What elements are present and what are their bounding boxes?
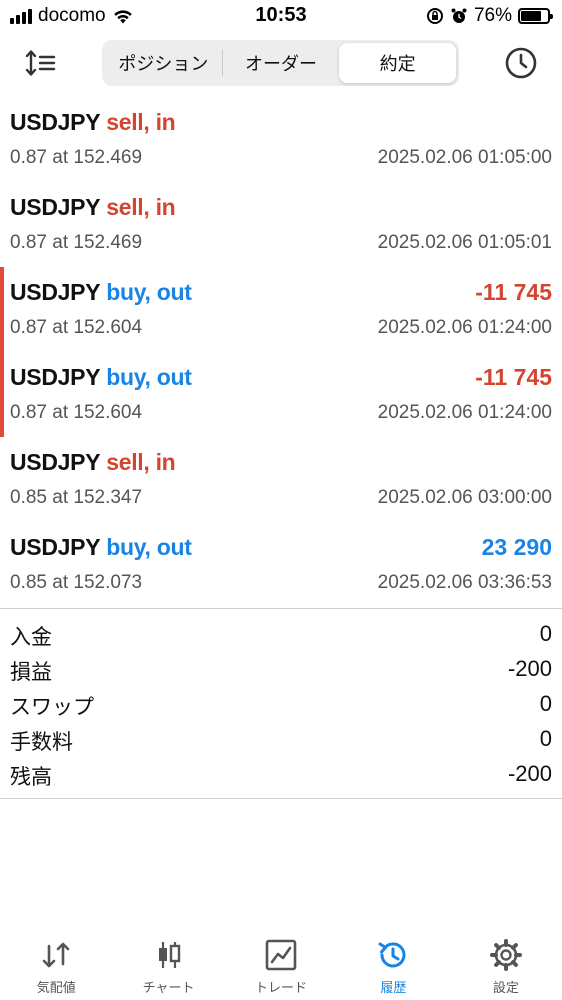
deal-profit: 23 290: [481, 534, 552, 560]
summary-row-profit: 損益 -200: [0, 652, 562, 687]
deal-volume-price: 0.87 at 152.604: [10, 317, 143, 338]
deal-time: 2025.02.06 01:05:01: [377, 232, 552, 253]
deal-title: USDJPY sell, in: [10, 194, 176, 221]
deal-symbol: USDJPY: [10, 279, 101, 305]
tab-settings[interactable]: 設定: [450, 930, 562, 1000]
deal-title: USDJPY sell, in: [10, 449, 176, 476]
battery-icon: [518, 8, 553, 24]
deal-time: 2025.02.06 01:24:00: [377, 402, 552, 423]
rotation-lock-icon: [426, 8, 443, 24]
segment-deals[interactable]: 約定: [339, 43, 457, 83]
summary-row-balance: 残高 -200: [0, 757, 562, 792]
deal-volume-price: 0.85 at 152.347: [10, 487, 143, 508]
summary-value: 0: [539, 726, 552, 751]
status-bar: docomo 10:53 76%: [0, 0, 562, 34]
deal-row[interactable]: USDJPY buy, out 23 290 0.85 at 152.073 20…: [0, 522, 562, 607]
top-nav: ポジション オーダー 約定: [0, 38, 562, 90]
tab-quotes[interactable]: 気配値: [0, 930, 112, 1000]
status-right: 76%: [426, 5, 553, 27]
app-root: docomo 10:53 76% ポジション オーダー 約定 USDJPY se…: [0, 0, 562, 1000]
summary-value: 0: [539, 691, 552, 716]
deal-time: 2025.02.06 03:00:00: [377, 487, 552, 508]
deal-time: 2025.02.06 01:05:00: [377, 147, 552, 168]
deal-row[interactable]: USDJPY sell, in 0.85 at 152.347 2025.02.0…: [0, 437, 562, 522]
summary-row-deposit: 入金 0: [0, 617, 562, 652]
chart-icon: [158, 942, 180, 968]
deal-side: sell, in: [106, 449, 176, 475]
trade-icon: [265, 939, 297, 971]
deal-side: sell, in: [106, 109, 176, 135]
deal-row[interactable]: USDJPY sell, in 0.87 at 152.469 2025.02.0…: [0, 182, 562, 267]
summary-label: 入金: [10, 626, 52, 649]
deal-side: buy, out: [106, 279, 192, 305]
history-icon: [378, 942, 406, 968]
deal-row[interactable]: USDJPY sell, in 0.87 at 152.469 2025.02.0…: [0, 97, 562, 182]
tab-chart[interactable]: チャート: [112, 930, 224, 1000]
deal-symbol: USDJPY: [10, 449, 101, 475]
summary-row-swap: スワップ 0: [0, 687, 562, 722]
deal-side: buy, out: [106, 364, 192, 390]
deal-profit: -11 745: [475, 364, 552, 390]
segment-positions[interactable]: ポジション: [105, 43, 222, 83]
deal-side: sell, in: [106, 194, 176, 220]
summary-value: 0: [539, 621, 552, 646]
deal-symbol: USDJPY: [10, 364, 101, 390]
deal-title: USDJPY buy, out: [10, 364, 192, 391]
deal-time: 2025.02.06 01:24:00: [377, 317, 552, 338]
tab-label: 気配値: [36, 980, 76, 995]
deal-row[interactable]: USDJPY buy, out -11 745 0.87 at 152.604 2…: [0, 267, 562, 352]
tab-label: チャート: [142, 980, 195, 995]
summary-label: 残高: [10, 766, 52, 789]
deal-volume-price: 0.87 at 152.469: [10, 147, 143, 168]
tab-label: 設定: [492, 980, 519, 995]
deal-volume-price: 0.87 at 152.604: [10, 402, 143, 423]
clock-icon[interactable]: [504, 46, 538, 80]
deal-volume-price: 0.87 at 152.469: [10, 232, 143, 253]
deal-symbol: USDJPY: [10, 534, 101, 560]
sort-icon[interactable]: [24, 48, 58, 78]
tab-bar: 気配値 チャート トレード 履歴 設定: [0, 930, 562, 1000]
tab-history[interactable]: 履歴: [337, 930, 449, 1000]
alarm-icon: [451, 8, 467, 23]
battery-fill: [521, 11, 541, 21]
deal-row[interactable]: USDJPY buy, out -11 745 0.87 at 152.604 2…: [0, 352, 562, 437]
quotes-icon: [42, 942, 70, 968]
deal-side: buy, out: [106, 534, 192, 560]
summary-label: スワップ: [10, 696, 94, 719]
deal-symbol: USDJPY: [10, 194, 101, 220]
deal-title: USDJPY buy, out: [10, 279, 192, 306]
deal-volume-price: 0.85 at 152.073: [10, 572, 143, 593]
deal-profit: -11 745: [475, 279, 552, 305]
tab-label: 履歴: [380, 980, 407, 995]
battery-percent: 76%: [473, 5, 512, 26]
deal-title: USDJPY buy, out: [10, 534, 192, 561]
segment-orders[interactable]: オーダー: [223, 43, 340, 83]
summary-value: -200: [507, 761, 552, 786]
deal-time: 2025.02.06 03:36:53: [377, 572, 552, 593]
deal-title: USDJPY sell, in: [10, 109, 176, 136]
summary-label: 損益: [10, 661, 52, 684]
summary-row-commission: 手数料 0: [0, 722, 562, 757]
deal-symbol: USDJPY: [10, 109, 101, 135]
deals-list: USDJPY sell, in 0.87 at 152.469 2025.02.0…: [0, 97, 562, 607]
settings-icon: [489, 939, 522, 971]
segmented-control: ポジション オーダー 約定: [102, 40, 459, 86]
tab-trade[interactable]: トレード: [225, 930, 337, 1000]
summary-label: 手数料: [10, 731, 73, 754]
summary-value: -200: [507, 656, 552, 681]
summary-panel: 入金 0 損益 -200 スワップ 0 手数料 0 残高 -200: [0, 608, 562, 799]
tab-label: トレード: [255, 980, 308, 995]
